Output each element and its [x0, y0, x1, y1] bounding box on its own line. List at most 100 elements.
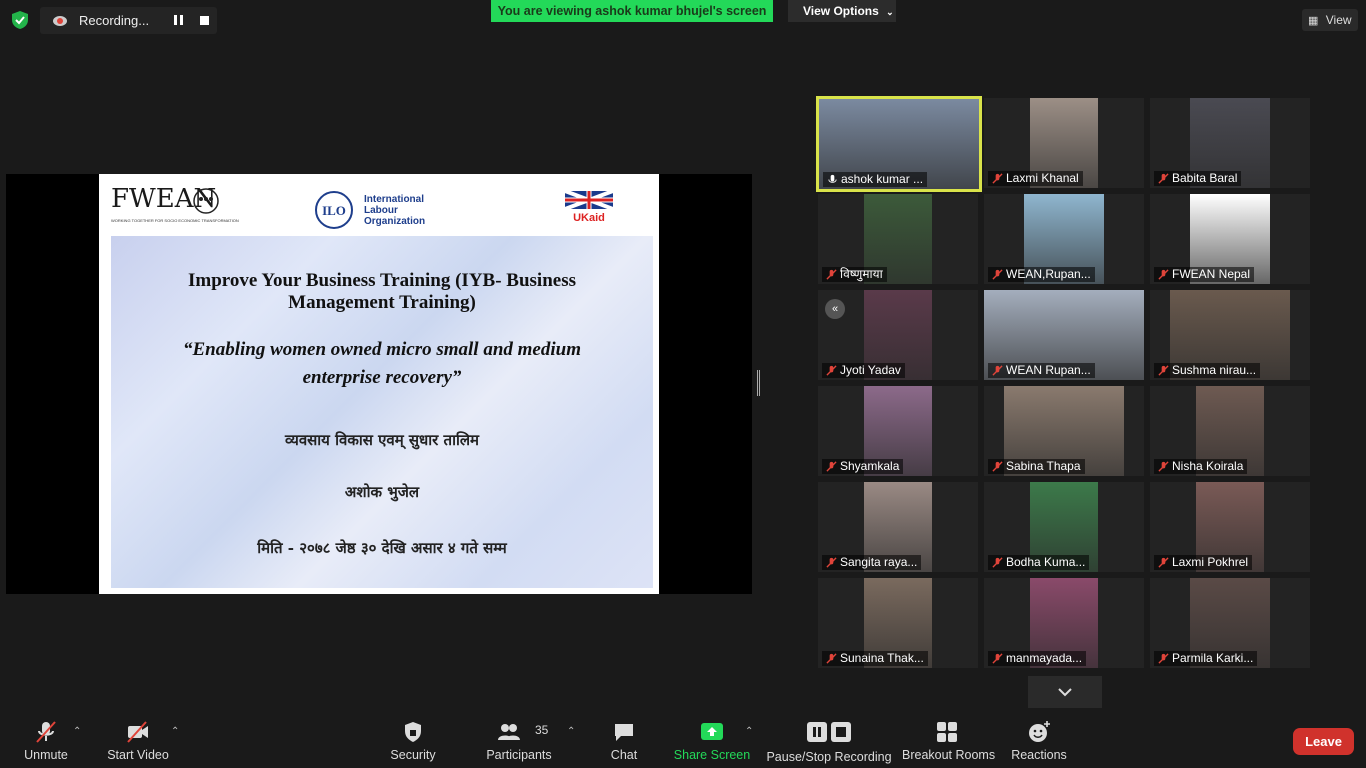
- muted-mic-icon: [1158, 269, 1169, 280]
- muted-mic-icon: [992, 269, 1003, 280]
- muted-mic-icon: [992, 461, 1003, 472]
- participant-name-label: Jyoti Yadav: [822, 363, 905, 378]
- breakout-rooms-button[interactable]: Breakout Rooms: [902, 712, 995, 768]
- unmute-label: Unmute: [24, 748, 68, 762]
- participant-name-label: Parmila Karki...: [1154, 651, 1258, 666]
- participant-name-label: Sushma nirau...: [1154, 363, 1261, 378]
- chat-button[interactable]: Chat: [600, 712, 648, 768]
- shield-icon: [405, 722, 421, 742]
- participant-tile[interactable]: Shyamkala: [818, 386, 978, 476]
- fwean-logo-subtitle: WORKING TOGETHER FOR SOCIO ECONOMIC TRAN…: [111, 218, 239, 223]
- split-view-handle[interactable]: [757, 370, 760, 396]
- participant-tile[interactable]: Parmila Karki...: [1150, 578, 1310, 668]
- participant-name: Parmila Karki...: [1172, 651, 1254, 665]
- pause-stop-recording-button[interactable]: Pause/Stop Recording: [766, 712, 892, 768]
- microphone-muted-icon: [36, 721, 56, 743]
- reactions-label: Reactions: [1011, 748, 1067, 762]
- start-video-button[interactable]: Start Video: [104, 712, 172, 768]
- participant-name: Laxmi Pokhrel: [1172, 555, 1249, 569]
- view-button[interactable]: ▦ View: [1302, 9, 1358, 31]
- participant-tile[interactable]: Sushma nirau...: [1150, 290, 1310, 380]
- participant-name: WEAN Rupan...: [1006, 363, 1091, 377]
- chat-bubble-icon: [615, 724, 633, 741]
- participant-name-label: Shyamkala: [822, 459, 904, 474]
- leave-button[interactable]: Leave: [1293, 728, 1354, 755]
- participant-tile[interactable]: Nisha Koirala: [1150, 386, 1310, 476]
- ilo-logo-text: International Labour Organization: [364, 194, 426, 227]
- participant-tile[interactable]: WEAN Rupan...: [984, 290, 1144, 380]
- participant-tile[interactable]: WEAN,Rupan...: [984, 194, 1144, 284]
- svg-text:ILO: ILO: [322, 203, 346, 218]
- recording-cloud-icon: [53, 16, 67, 26]
- view-label: View: [1325, 13, 1352, 27]
- pause-stop-recording-label: Pause/Stop Recording: [766, 750, 892, 764]
- meeting-toolbar: Unmute ⌃ Start Video ⌃ Security 35 Parti…: [0, 712, 1366, 768]
- gallery-scroll-down-button[interactable]: [1028, 676, 1102, 708]
- breakout-rooms-icon: [937, 722, 957, 742]
- share-screen-button[interactable]: Share Screen: [672, 712, 752, 768]
- participant-tile[interactable]: ashok kumar ...: [816, 96, 982, 192]
- participants-button[interactable]: 35 Participants: [484, 712, 554, 768]
- stop-recording-icon[interactable]: [200, 16, 209, 25]
- pause-recording-icon[interactable]: [174, 15, 183, 25]
- chat-label: Chat: [610, 748, 638, 762]
- muted-mic-icon: [992, 173, 1003, 184]
- participant-name-label: Nisha Koirala: [1154, 459, 1248, 474]
- muted-mic-icon: [1158, 461, 1169, 472]
- chevron-down-icon: [1058, 688, 1072, 697]
- participant-name-label: विष्णुमाया: [822, 267, 887, 282]
- slide-logo-bar: FWEAN WORKING TOGETHER FOR SOCIO ECONOMI…: [99, 174, 659, 234]
- reactions-button[interactable]: Reactions: [1008, 712, 1070, 768]
- participant-name-label: Sabina Thapa: [988, 459, 1085, 474]
- muted-mic-icon: [1158, 653, 1169, 664]
- participant-name-label: WEAN Rupan...: [988, 363, 1095, 378]
- muted-mic-icon: [1158, 173, 1169, 184]
- start-video-label: Start Video: [107, 748, 169, 762]
- svg-text:UKaid: UKaid: [573, 212, 605, 223]
- participants-count: 35: [535, 723, 549, 737]
- shield-check-icon[interactable]: [10, 10, 30, 30]
- view-options-button[interactable]: View Options ⌄: [788, 0, 896, 22]
- participant-tile[interactable]: Babita Baral: [1150, 98, 1310, 188]
- audio-options-caret-icon[interactable]: ⌃: [73, 726, 81, 737]
- muted-mic-icon: [992, 365, 1003, 376]
- shared-screen[interactable]: FWEAN WORKING TOGETHER FOR SOCIO ECONOMI…: [6, 174, 752, 594]
- unmute-button[interactable]: Unmute: [16, 712, 76, 768]
- participant-tile[interactable]: Sabina Thapa: [984, 386, 1144, 476]
- recording-indicator[interactable]: Recording...: [40, 7, 217, 34]
- muted-mic-icon: [826, 365, 837, 376]
- muted-mic-icon: [826, 653, 837, 664]
- participant-name: Bodha Kuma...: [1006, 555, 1086, 569]
- ilo-globe-icon: ILO: [315, 191, 353, 229]
- video-options-caret-icon[interactable]: ⌃: [171, 726, 179, 737]
- participant-name: Shyamkala: [840, 459, 900, 473]
- participant-name: Sangita raya...: [840, 555, 918, 569]
- participant-name-label: Laxmi Pokhrel: [1154, 555, 1253, 570]
- muted-mic-icon: [1158, 365, 1169, 376]
- presentation-slide: FWEAN WORKING TOGETHER FOR SOCIO ECONOMI…: [99, 174, 659, 594]
- participant-tile[interactable]: Laxmi Pokhrel: [1150, 482, 1310, 572]
- collapse-gallery-button[interactable]: «: [825, 299, 845, 319]
- share-options-caret-icon[interactable]: ⌃: [745, 726, 753, 737]
- muted-mic-icon: [992, 557, 1003, 568]
- participant-tile[interactable]: Laxmi Khanal: [984, 98, 1144, 188]
- participant-name: Jyoti Yadav: [840, 363, 901, 377]
- participant-name-label: Babita Baral: [1154, 171, 1242, 186]
- fwean-people-icon: [193, 188, 219, 214]
- participant-tile[interactable]: manmayada...: [984, 578, 1144, 668]
- participant-tile[interactable]: FWEAN Nepal: [1150, 194, 1310, 284]
- slide-devanagari-title: व्यवसाय विकास एवम् सुधार तालिम: [284, 431, 479, 449]
- slide-subtitle: “Enabling women owned micro small and me…: [182, 339, 581, 388]
- security-button[interactable]: Security: [384, 712, 442, 768]
- participant-tile[interactable]: Bodha Kuma...: [984, 482, 1144, 572]
- participant-tile[interactable]: Sangita raya...: [818, 482, 978, 572]
- pause-stop-icon: [807, 722, 851, 742]
- share-screen-icon: [701, 723, 723, 740]
- participants-options-caret-icon[interactable]: ⌃: [567, 726, 575, 737]
- muted-mic-icon: [826, 557, 837, 568]
- slide-title: Improve Your Business Training (IYB- Bus…: [187, 270, 576, 313]
- view-options-label: View Options: [803, 4, 879, 18]
- participant-tile[interactable]: Sunaina Thak...: [818, 578, 978, 668]
- reactions-smiley-icon: [1029, 721, 1050, 742]
- participant-tile[interactable]: विष्णुमाया: [818, 194, 978, 284]
